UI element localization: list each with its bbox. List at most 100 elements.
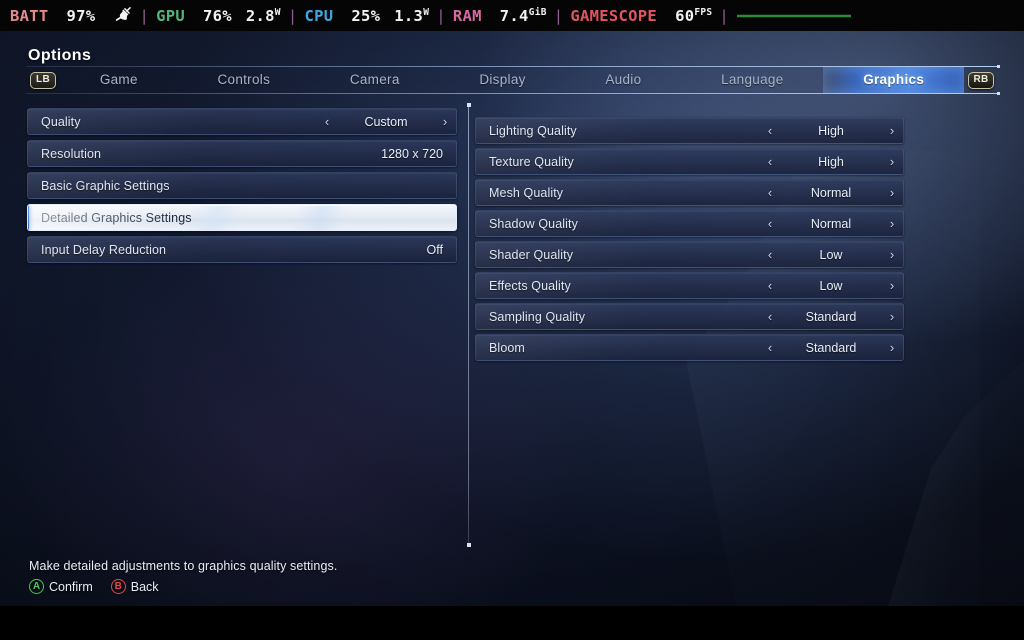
hud-cpu-power: 1.3 bbox=[394, 6, 424, 25]
options-tab-bar: LB Game Controls Camera Display Audio La… bbox=[26, 65, 1000, 95]
setting-value-mesh-quality: Normal bbox=[810, 185, 852, 200]
footer: Make detailed adjustments to graphics qu… bbox=[29, 559, 337, 594]
setting-label-lighting-quality: Lighting Quality bbox=[489, 123, 577, 138]
graphics-settings-list: Quality ‹ Custom › Resolution 1280 x 720… bbox=[27, 108, 457, 268]
setting-row-input-delay-reduction[interactable]: Input Delay Reduction Off bbox=[27, 236, 457, 263]
setting-value-resolution: 1280 x 720 bbox=[381, 146, 443, 161]
hud-separator-1: | bbox=[139, 6, 150, 25]
right-bumper-hint[interactable]: RB bbox=[964, 71, 998, 89]
tab-display[interactable]: Display bbox=[439, 67, 565, 93]
tab-audio[interactable]: Audio bbox=[566, 67, 682, 93]
tab-bar-bottom-rail bbox=[26, 92, 1000, 95]
setting-label-texture-quality: Texture Quality bbox=[489, 154, 574, 169]
a-button-icon: A bbox=[29, 579, 44, 594]
setting-row-sampling-quality[interactable]: Sampling Quality ‹ Standard › bbox=[475, 303, 904, 330]
hud-fps-value: 60 bbox=[675, 6, 695, 25]
setting-description: Make detailed adjustments to graphics qu… bbox=[29, 559, 338, 573]
setting-value-sampling-quality: Standard bbox=[805, 309, 857, 324]
hud-cpu-utilization: 25% bbox=[351, 6, 381, 25]
decrement-arrow-icon[interactable]: ‹ bbox=[759, 340, 781, 355]
hud-gamescope-label: GAMESCOPE bbox=[570, 6, 658, 25]
power-plug-icon bbox=[113, 6, 132, 26]
decrement-arrow-icon[interactable]: ‹ bbox=[759, 154, 781, 169]
setting-label-quality: Quality bbox=[41, 114, 81, 129]
hud-separator-5: | bbox=[719, 6, 730, 25]
setting-row-effects-quality[interactable]: Effects Quality ‹ Low › bbox=[475, 272, 904, 299]
hud-frametime-graph bbox=[736, 7, 852, 25]
decrement-arrow-icon[interactable]: ‹ bbox=[759, 216, 781, 231]
hud-gpu-label: GPU bbox=[156, 6, 185, 25]
letterbox-bar bbox=[0, 606, 1024, 640]
detailed-graphics-settings-list: Lighting Quality ‹ High › Texture Qualit… bbox=[475, 117, 904, 365]
setting-value-bloom: Standard bbox=[805, 340, 857, 355]
setting-row-detailed-graphics-settings[interactable]: Detailed Graphics Settings bbox=[27, 204, 457, 231]
hud-ram-unit: GiB bbox=[528, 7, 547, 18]
setting-value-quality: Custom bbox=[364, 114, 408, 129]
selection-marker bbox=[28, 205, 29, 230]
hud-ram-value: 7.4 bbox=[499, 6, 529, 25]
hud-ram-label: RAM bbox=[452, 6, 482, 25]
b-button-icon: B bbox=[110, 579, 126, 594]
setting-label-basic-graphic-settings: Basic Graphic Settings bbox=[41, 178, 170, 193]
decrement-arrow-icon[interactable]: ‹ bbox=[759, 185, 781, 200]
decrement-arrow-icon[interactable]: ‹ bbox=[759, 123, 781, 138]
tab-camera[interactable]: Camera bbox=[310, 67, 440, 93]
page-title: Options bbox=[28, 47, 92, 64]
setting-row-texture-quality[interactable]: Texture Quality ‹ High › bbox=[475, 148, 904, 175]
left-bumper-hint[interactable]: LB bbox=[26, 71, 60, 89]
setting-label-detailed-graphics-settings: Detailed Graphics Settings bbox=[41, 210, 192, 225]
hud-separator-2: | bbox=[287, 6, 298, 25]
increment-arrow-icon[interactable]: › bbox=[881, 185, 903, 200]
setting-label-mesh-quality: Mesh Quality bbox=[489, 185, 564, 200]
prompt-back[interactable]: B Back bbox=[110, 579, 159, 594]
setting-label-resolution: Resolution bbox=[41, 146, 102, 161]
tab-controls[interactable]: Controls bbox=[178, 67, 310, 93]
increment-arrow-icon[interactable]: › bbox=[881, 154, 903, 169]
tab-language[interactable]: Language bbox=[681, 67, 823, 93]
tab-game[interactable]: Game bbox=[60, 67, 178, 93]
panel-divider bbox=[466, 103, 471, 547]
increment-arrow-icon[interactable]: › bbox=[881, 309, 903, 324]
setting-value-shader-quality: Low bbox=[819, 247, 843, 262]
increment-arrow-icon[interactable]: › bbox=[881, 216, 903, 231]
divider-cap-top bbox=[466, 103, 471, 107]
setting-row-quality[interactable]: Quality ‹ Custom › bbox=[27, 108, 457, 135]
setting-row-shadow-quality[interactable]: Shadow Quality ‹ Normal › bbox=[475, 210, 904, 237]
setting-row-basic-graphic-settings[interactable]: Basic Graphic Settings bbox=[27, 172, 457, 199]
setting-label-sampling-quality: Sampling Quality bbox=[489, 309, 586, 324]
hud-gpu-power: 2.8 bbox=[245, 6, 275, 25]
setting-value-texture-quality: High bbox=[818, 154, 844, 169]
game-options-screen: BATT 97% | GPU 76% 2.8 W | CPU 25% 1.3 W |… bbox=[0, 0, 1024, 640]
decrement-arrow-icon[interactable]: ‹ bbox=[759, 247, 781, 262]
prompt-label-back: Back bbox=[130, 579, 159, 594]
hud-cpu-label: CPU bbox=[304, 6, 334, 25]
setting-value-lighting-quality: High bbox=[818, 123, 844, 138]
prompt-label-confirm: Confirm bbox=[49, 579, 93, 594]
increment-arrow-icon[interactable]: › bbox=[881, 123, 903, 138]
rb-button-icon: RB bbox=[967, 71, 994, 89]
setting-row-shader-quality[interactable]: Shader Quality ‹ Low › bbox=[475, 241, 904, 268]
increment-arrow-icon[interactable]: › bbox=[881, 247, 903, 262]
increment-arrow-icon[interactable]: › bbox=[881, 340, 903, 355]
setting-row-lighting-quality[interactable]: Lighting Quality ‹ High › bbox=[475, 117, 904, 144]
increment-arrow-icon[interactable]: › bbox=[881, 278, 903, 293]
prompt-confirm[interactable]: A Confirm bbox=[29, 579, 93, 594]
gamescope-performance-overlay: BATT 97% | GPU 76% 2.8 W | CPU 25% 1.3 W |… bbox=[0, 0, 1024, 31]
setting-label-shadow-quality: Shadow Quality bbox=[489, 216, 578, 231]
hud-gpu-power-unit: W bbox=[274, 7, 281, 18]
setting-label-shader-quality: Shader Quality bbox=[489, 247, 574, 262]
hud-separator-3: | bbox=[436, 6, 446, 25]
setting-label-effects-quality: Effects Quality bbox=[489, 278, 571, 293]
increment-arrow-icon[interactable]: › bbox=[434, 114, 456, 129]
setting-row-mesh-quality[interactable]: Mesh Quality ‹ Normal › bbox=[475, 179, 904, 206]
lb-button-icon: LB bbox=[30, 71, 56, 89]
setting-row-bloom[interactable]: Bloom ‹ Standard › bbox=[475, 334, 904, 361]
decrement-arrow-icon[interactable]: ‹ bbox=[759, 309, 781, 324]
tab-graphics[interactable]: Graphics bbox=[823, 67, 964, 93]
setting-value-input-delay-reduction: Off bbox=[426, 242, 443, 257]
setting-row-resolution[interactable]: Resolution 1280 x 720 bbox=[27, 140, 457, 167]
decrement-arrow-icon[interactable]: ‹ bbox=[316, 114, 338, 129]
hud-battery-label: BATT bbox=[10, 6, 49, 25]
decrement-arrow-icon[interactable]: ‹ bbox=[759, 278, 781, 293]
hud-separator-4: | bbox=[553, 6, 564, 25]
